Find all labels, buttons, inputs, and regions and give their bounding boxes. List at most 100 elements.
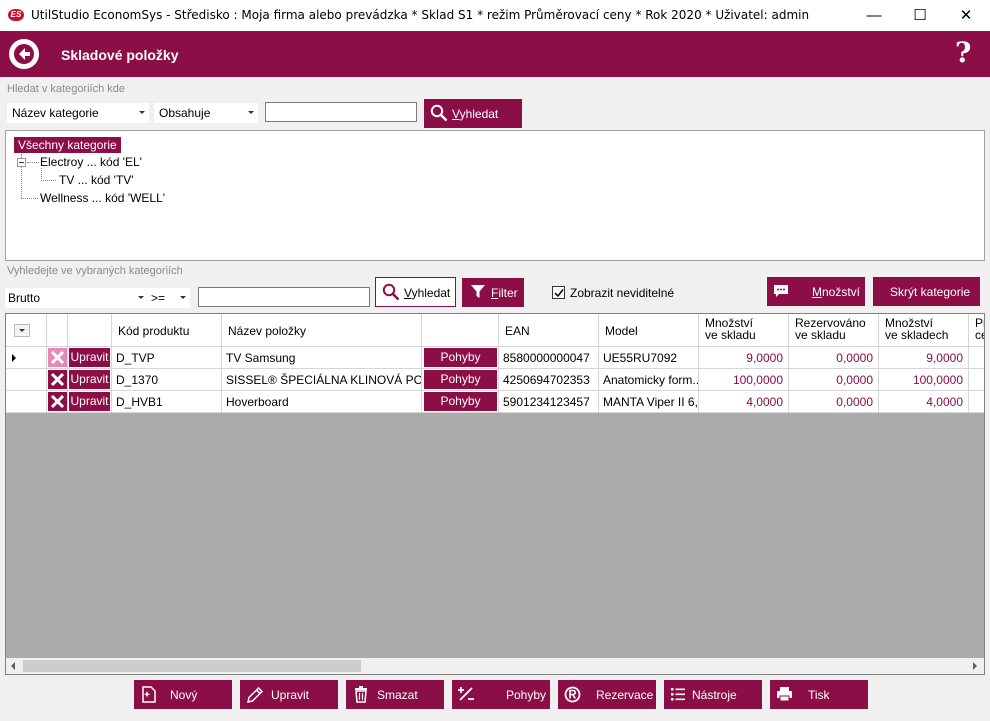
category-search-button[interactable]: Vyhledat: [424, 99, 522, 128]
delete-row-button[interactable]: [48, 392, 67, 411]
title-bar: ES UtilStudio EconomSys - Středisko : Mo…: [0, 0, 990, 31]
category-search-input[interactable]: [265, 102, 417, 122]
movements-cell[interactable]: Pohyby: [422, 369, 499, 391]
comment-icon: [774, 285, 788, 297]
cell-qty: 4,0000: [699, 391, 789, 413]
show-hidden-label: Zobrazit neviditelné: [570, 286, 675, 300]
cell-model: UE55RU7092: [599, 347, 699, 369]
delete-button-label: Smazat: [377, 688, 418, 702]
printer-icon: [777, 687, 792, 702]
column-ean[interactable]: EAN: [499, 314, 599, 347]
horizontal-scrollbar[interactable]: [6, 658, 984, 674]
category-search-label: Hledat v kategoriích kde: [7, 83, 126, 95]
item-field-select[interactable]: Brutto: [5, 288, 148, 308]
category-field-value: Název kategorie: [12, 106, 99, 120]
delete-row-button[interactable]: [48, 370, 67, 389]
tree-node-all-categories[interactable]: Všechny kategorie: [14, 137, 121, 153]
grid-header: Kód produktu Název položky EAN Model Mno…: [6, 314, 984, 347]
column-reserved[interactable]: Rezervováno ve skladu: [789, 314, 879, 347]
tools-button[interactable]: Nástroje: [664, 680, 762, 709]
delete-cell[interactable]: [47, 347, 68, 369]
cell-name: TV Samsung: [222, 347, 422, 369]
scrollbar-thumb[interactable]: [23, 660, 361, 672]
tree-line: [21, 198, 38, 199]
cell-price: [969, 369, 984, 391]
edit-button-label: Upravit: [271, 688, 310, 702]
tree-node-wellness[interactable]: Wellness ... kód 'WELL': [40, 191, 165, 205]
table-row[interactable]: Upravit D_1370 SISSEL® ŠPECIÁLNA KLINOVÁ…: [6, 369, 984, 391]
cell-model: MANTA Viper II 6,5: [599, 391, 699, 413]
back-button[interactable]: [9, 39, 39, 69]
hide-categories-button[interactable]: Skrýt kategorie: [873, 277, 980, 306]
row-movements-button[interactable]: Pohyby: [424, 392, 497, 411]
minimize-button[interactable]: —: [851, 0, 897, 31]
reservation-button[interactable]: Rezervace: [558, 680, 656, 709]
row-edit-button[interactable]: Upravit: [69, 392, 110, 411]
search-icon: [430, 104, 448, 122]
new-button-label: Nový: [170, 688, 198, 702]
movements-button-label: Pohyby: [506, 688, 547, 702]
cell-code: D_TVP: [112, 347, 222, 369]
row-movements-button[interactable]: Pohyby: [424, 348, 497, 367]
category-operator-select[interactable]: Obsahuje: [154, 103, 258, 123]
page-header: Skladové položky ?: [0, 31, 990, 77]
trash-icon: [355, 686, 367, 703]
funnel-icon: [471, 285, 485, 298]
item-search-input[interactable]: [198, 287, 370, 307]
row-edit-button[interactable]: Upravit: [69, 370, 110, 389]
column-quantity-in-stock[interactable]: Množství ve skladu: [699, 314, 789, 347]
tree-line: [41, 180, 56, 181]
maximize-button[interactable]: ☐: [897, 0, 943, 31]
close-window-button[interactable]: ✕: [943, 0, 989, 31]
tree-collapse-icon[interactable]: [17, 158, 26, 167]
chevron-down-icon: [180, 296, 186, 299]
window-title: UtilStudio EconomSys - Středisko : Moja …: [31, 8, 810, 22]
column-model[interactable]: Model: [599, 314, 699, 347]
column-delete: [47, 314, 68, 347]
quantity-button[interactable]: Množství: [767, 277, 865, 306]
delete-button[interactable]: Smazat: [346, 680, 444, 709]
cell-code: D_1370: [112, 369, 222, 391]
movements-cell[interactable]: Pohyby: [422, 391, 499, 413]
table-row[interactable]: Upravit D_TVP TV Samsung Pohyby 85800000…: [6, 347, 984, 369]
check-icon: [554, 289, 564, 298]
edit-cell[interactable]: Upravit: [68, 369, 112, 391]
row-edit-button[interactable]: Upravit: [69, 348, 110, 367]
tree-node-tv[interactable]: TV ... kód 'TV': [59, 173, 134, 187]
cell-ean: 4250694702353: [499, 369, 599, 391]
delete-cell[interactable]: [47, 369, 68, 391]
movements-cell[interactable]: Pohyby: [422, 347, 499, 369]
cell-reserved: 0,0000: [789, 347, 879, 369]
scroll-right-icon[interactable]: [973, 662, 977, 670]
column-price[interactable]: Prce: [969, 314, 984, 347]
filter-button-label: Filter: [491, 286, 518, 300]
items-grid[interactable]: Kód produktu Název položky EAN Model Mno…: [5, 313, 985, 675]
filter-button[interactable]: Filter: [462, 278, 524, 307]
help-icon[interactable]: ?: [955, 38, 971, 68]
table-row[interactable]: Upravit D_HVB1 Hoverboard Pohyby 5901234…: [6, 391, 984, 413]
category-field-select[interactable]: Název kategorie: [7, 103, 149, 123]
category-tree[interactable]: Všechny kategorie Electroy ... kód 'EL' …: [5, 130, 985, 261]
tools-button-label: Nástroje: [692, 688, 737, 702]
show-hidden-checkbox[interactable]: [552, 286, 565, 299]
column-item-name[interactable]: Název položky: [222, 314, 422, 347]
row-movements-button[interactable]: Pohyby: [424, 370, 497, 389]
movements-button[interactable]: Pohyby: [452, 680, 550, 709]
print-button[interactable]: Tisk: [770, 680, 868, 709]
tree-node-electroy[interactable]: Electroy ... kód 'EL': [40, 155, 142, 169]
edit-cell[interactable]: Upravit: [68, 391, 112, 413]
column-chooser-dropdown[interactable]: [14, 324, 30, 337]
edit-cell[interactable]: Upravit: [68, 347, 112, 369]
item-field-value: Brutto: [8, 291, 41, 305]
delete-row-button[interactable]: [48, 348, 67, 367]
item-operator-select[interactable]: >=: [148, 288, 190, 308]
column-product-code[interactable]: Kód produktu: [112, 314, 222, 347]
delete-cell[interactable]: [47, 391, 68, 413]
new-button[interactable]: Nový: [134, 680, 232, 709]
scroll-left-icon[interactable]: [11, 662, 15, 670]
edit-button[interactable]: Upravit: [240, 680, 338, 709]
column-quantity-in-warehouses[interactable]: Množství ve skladech: [879, 314, 969, 347]
row-pointer-icon: [12, 354, 16, 362]
column-chooser[interactable]: [6, 314, 47, 347]
row-indicator-cell: [6, 347, 47, 369]
